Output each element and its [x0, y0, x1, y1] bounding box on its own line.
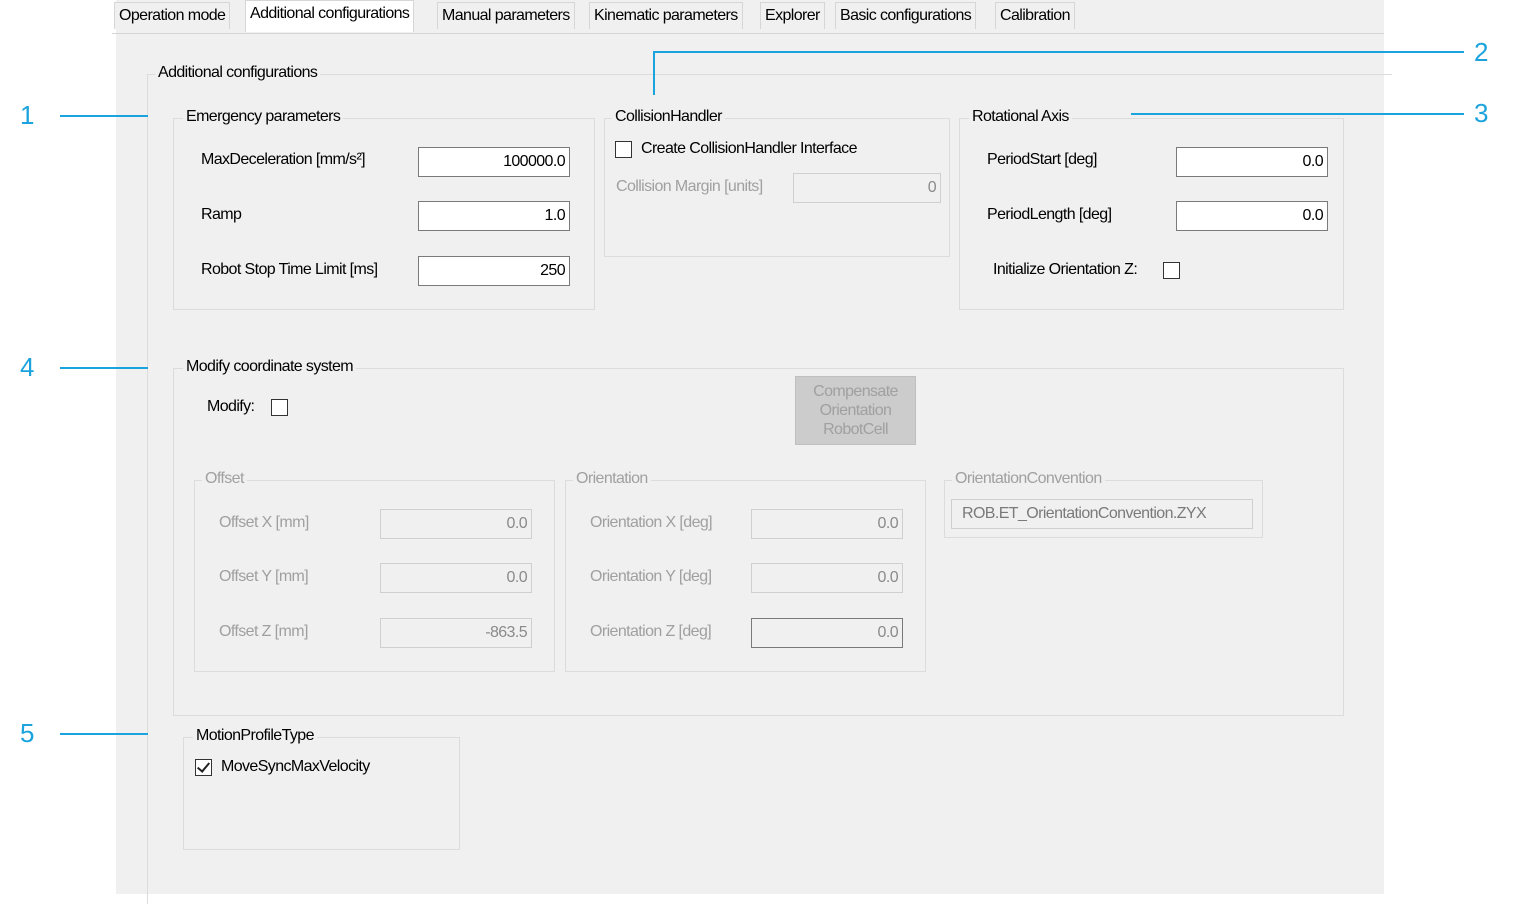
rotational-axis-title: Rotational Axis: [969, 108, 1072, 126]
compensate-orientation-robotcell-button[interactable]: Compensate Orientation RobotCell: [795, 376, 916, 445]
compensate-button-line-3: RobotCell: [823, 421, 888, 438]
offset-y-input[interactable]: 0.0: [380, 563, 532, 593]
orientation-y-input[interactable]: 0.0: [751, 563, 903, 593]
orientation-y-label: Orientation Y [deg]: [590, 568, 712, 585]
callout-1-line: [60, 115, 148, 117]
callout-1: 1: [20, 100, 35, 130]
orientation-convention-select[interactable]: ROB.ET_OrientationConvention.ZYX: [951, 499, 1253, 529]
move-sync-max-velocity-checkbox[interactable]: [195, 759, 212, 776]
callout-2: 2: [1474, 37, 1489, 67]
collision-margin-label: Collision Margin [units]: [616, 178, 763, 195]
max-deceleration-input[interactable]: 100000.0: [418, 147, 570, 177]
tab-explorer[interactable]: Explorer: [760, 2, 825, 29]
ramp-input[interactable]: 1.0: [418, 201, 570, 231]
callout-2-leader: [653, 51, 655, 95]
modify-coordinate-system-title: Modify coordinate system: [183, 358, 357, 376]
orientation-z-label: Orientation Z [deg]: [590, 623, 712, 640]
compensate-button-line-1: Compensate: [813, 383, 898, 400]
offset-x-input[interactable]: 0.0: [380, 509, 532, 539]
callout-2-line: [653, 51, 1464, 53]
max-deceleration-label: MaxDeceleration [mm/s²]: [201, 151, 366, 168]
motion-profile-type-title: MotionProfileType: [193, 727, 317, 745]
orientation-x-input[interactable]: 0.0: [751, 509, 903, 539]
callout-3: 3: [1474, 98, 1489, 128]
offset-x-label: Offset X [mm]: [219, 514, 309, 531]
callout-4-line: [60, 367, 148, 369]
orientation-title: Orientation: [573, 470, 651, 488]
callout-5: 5: [20, 718, 35, 748]
create-collision-handler-label: Create CollisionHandler Interface: [641, 140, 857, 157]
tab-additional-configurations[interactable]: Additional configurations: [245, 0, 415, 32]
callout-3-line: [1131, 113, 1464, 115]
orientation-z-input[interactable]: 0.0: [751, 618, 903, 648]
tab-basic-configurations[interactable]: Basic configurations: [835, 2, 977, 29]
period-start-input[interactable]: 0.0: [1176, 147, 1328, 177]
tab-calibration[interactable]: Calibration: [995, 2, 1075, 29]
robot-stop-time-limit-label: Robot Stop Time Limit [ms]: [201, 261, 378, 278]
offset-z-input[interactable]: -863.5: [380, 618, 532, 648]
tab-kinematic-parameters[interactable]: Kinematic parameters: [589, 2, 743, 29]
create-collision-handler-checkbox[interactable]: [615, 141, 632, 158]
period-length-label: PeriodLength [deg]: [987, 206, 1112, 223]
collision-handler-title: CollisionHandler: [612, 108, 725, 126]
tab-strip-border: [112, 33, 1384, 34]
ramp-label: Ramp: [201, 206, 242, 223]
tab-operation-mode[interactable]: Operation mode: [114, 2, 231, 29]
period-length-input[interactable]: 0.0: [1176, 201, 1328, 231]
initialize-orientation-z-label: Initialize Orientation Z:: [993, 261, 1138, 278]
period-start-label: PeriodStart [deg]: [987, 151, 1097, 168]
emergency-parameters-title: Emergency parameters: [183, 108, 344, 126]
orientation-x-label: Orientation X [deg]: [590, 514, 713, 531]
offset-z-label: Offset Z [mm]: [219, 623, 308, 640]
callout-5-line: [60, 733, 148, 735]
additional-configurations-title: Additional configurations: [155, 64, 321, 82]
robot-stop-time-limit-input[interactable]: 250: [418, 256, 570, 286]
collision-margin-input[interactable]: 0: [793, 173, 941, 203]
modify-checkbox[interactable]: [271, 399, 288, 416]
initialize-orientation-z-checkbox[interactable]: [1163, 262, 1180, 279]
offset-title: Offset: [202, 470, 247, 488]
move-sync-max-velocity-label: MoveSyncMaxVelocity: [221, 758, 370, 775]
modify-label: Modify:: [207, 398, 255, 415]
motion-profile-type-group: [183, 737, 460, 850]
tab-manual-parameters[interactable]: Manual parameters: [437, 2, 575, 29]
callout-4: 4: [20, 352, 35, 382]
offset-y-label: Offset Y [mm]: [219, 568, 309, 585]
orientation-convention-title: OrientationConvention: [952, 470, 1105, 488]
compensate-button-line-2: Orientation: [819, 402, 892, 419]
